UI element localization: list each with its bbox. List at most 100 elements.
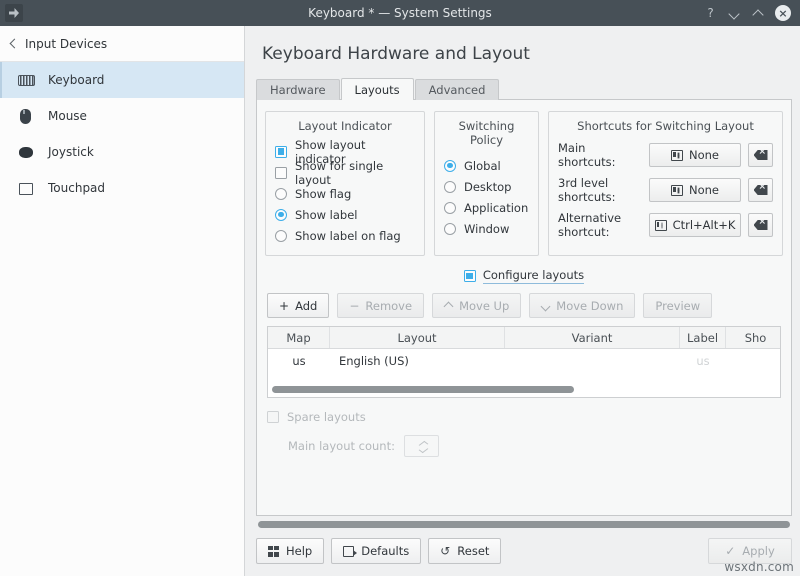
tab-advanced[interactable]: Advanced [414, 79, 500, 100]
defaults-button[interactable]: Defaults [331, 538, 422, 564]
app-icon [5, 4, 23, 22]
policy-desktop[interactable]: Desktop [444, 176, 529, 197]
third-level-shortcut-button[interactable]: None [649, 178, 741, 202]
footer-horizontal-scrollbar[interactable] [258, 521, 790, 528]
defaults-icon [343, 545, 357, 557]
back-arrow-icon[interactable] [8, 39, 18, 49]
sidebar-item-label: Keyboard [48, 73, 105, 87]
column-header-shortcut[interactable]: Sho [726, 327, 780, 348]
switching-policy-group: Switching Policy Global Desktop Applicat… [434, 111, 539, 256]
remove-button[interactable]: − Remove [337, 293, 425, 318]
column-header-label[interactable]: Label [680, 327, 726, 348]
add-button[interactable]: + Add [267, 293, 330, 318]
sidebar-item-joystick[interactable]: Joystick [0, 134, 244, 170]
radio-icon[interactable] [275, 229, 287, 242]
clear-alternative-shortcut-button[interactable] [748, 213, 773, 237]
configure-layouts-row[interactable]: Configure layouts [257, 268, 791, 284]
radio-icon[interactable] [444, 180, 456, 193]
clear-main-shortcut-button[interactable] [748, 143, 773, 167]
main-layout-count-label: Main layout count: [288, 439, 395, 453]
help-icon[interactable]: ? [703, 6, 718, 21]
clear-third-level-shortcut-button[interactable] [748, 178, 773, 202]
panel-vertical-scrollbar[interactable] [784, 101, 790, 514]
option-show-for-single-layout[interactable]: Show for single layout [275, 159, 415, 187]
group-title: Shortcuts for Switching Layout [577, 119, 754, 133]
help-button[interactable]: Help [256, 538, 325, 564]
main-layout-count-stepper[interactable] [403, 435, 439, 457]
breadcrumb[interactable]: Input Devices [0, 26, 244, 62]
sidebar-item-label: Joystick [48, 145, 94, 159]
checkbox-icon[interactable] [267, 411, 279, 423]
window-title: Keyboard * — System Settings [308, 6, 492, 20]
radio-icon[interactable] [444, 222, 456, 235]
option-label: Show for single layout [295, 158, 384, 187]
shortcut-value: Ctrl+Alt+K [672, 218, 736, 232]
column-header-variant[interactable]: Variant [505, 327, 680, 348]
column-header-map[interactable]: Map [268, 327, 330, 348]
main-shortcut-button[interactable]: None [649, 143, 741, 167]
close-button[interactable]: × [775, 5, 791, 21]
policy-window[interactable]: Window [444, 218, 529, 239]
option-label: Window [464, 221, 510, 236]
column-header-layout[interactable]: Layout [330, 327, 505, 348]
sidebar-item-label: Touchpad [48, 181, 106, 195]
radio-icon[interactable] [275, 208, 287, 221]
cell-map: us [292, 354, 306, 368]
move-down-button[interactable]: Move Down [529, 293, 636, 318]
shortcut-row-main: Main shortcuts: None [558, 141, 773, 169]
chevron-down-icon [728, 7, 741, 20]
option-show-label[interactable]: Show label [275, 204, 415, 225]
radio-icon[interactable] [275, 187, 287, 200]
table-horizontal-scrollbar[interactable] [272, 386, 776, 393]
mouse-icon [18, 108, 35, 125]
sidebar-item-keyboard[interactable]: Keyboard [0, 62, 244, 98]
button-label: Remove [365, 298, 413, 313]
help-icon [268, 545, 279, 557]
policy-global[interactable]: Global [444, 155, 529, 176]
joystick-icon [18, 144, 35, 161]
button-label: Preview [655, 298, 701, 313]
option-label: Global [464, 158, 501, 173]
footer: Help Defaults ↺ Reset ✓ Apply [245, 516, 800, 576]
shortcut-value: None [688, 148, 719, 162]
table-header: Map Layout Variant Label Sho [268, 327, 780, 349]
keyboard-shortcut-icon [670, 149, 683, 161]
tab-layouts[interactable]: Layouts [340, 78, 414, 100]
checkbox-icon[interactable] [275, 166, 287, 179]
radio-icon[interactable] [444, 201, 456, 214]
sidebar-item-mouse[interactable]: Mouse [0, 98, 244, 134]
move-up-button[interactable]: Move Up [432, 293, 522, 318]
maximize-button[interactable] [751, 6, 766, 21]
spare-layouts-label: Spare layouts [287, 410, 366, 424]
button-label: Help [286, 544, 313, 558]
policy-application[interactable]: Application [444, 197, 529, 218]
layout-indicator-group: Layout Indicator Show layout indicator S… [265, 111, 425, 256]
minimize-button[interactable] [727, 6, 742, 21]
table-row[interactable]: us English (US) us [268, 349, 780, 373]
sidebar-item-touchpad[interactable]: Touchpad [0, 170, 244, 206]
backspace-icon [753, 185, 768, 195]
checkbox-icon[interactable] [463, 270, 476, 282]
option-show-label-on-flag[interactable]: Show label on flag [275, 225, 415, 246]
spare-layouts-row[interactable]: Spare layouts [257, 398, 791, 424]
tab-hardware[interactable]: Hardware [256, 79, 340, 100]
button-label: Move Up [459, 298, 510, 313]
scrollbar-thumb[interactable] [272, 386, 575, 393]
group-title: Layout Indicator [298, 119, 392, 133]
sidebar-item-label: Mouse [48, 109, 87, 123]
reset-button[interactable]: ↺ Reset [428, 538, 502, 564]
checkbox-icon[interactable] [275, 145, 287, 158]
option-label: Application [464, 200, 529, 215]
titlebar-buttons: ? × [703, 5, 800, 21]
plus-icon: + [279, 298, 290, 313]
option-label: Desktop [464, 179, 512, 194]
scrollbar-thumb[interactable] [258, 521, 790, 528]
preview-button[interactable]: Preview [643, 293, 713, 318]
shortcut-row-alternative: Alternative shortcut: Ctrl+Alt+K [558, 211, 773, 239]
top-groups: Layout Indicator Show layout indicator S… [257, 100, 791, 256]
breadcrumb-label: Input Devices [25, 36, 108, 51]
button-label: Move Down [556, 298, 624, 313]
radio-icon[interactable] [444, 159, 456, 172]
alternative-shortcut-button[interactable]: Ctrl+Alt+K [649, 213, 741, 237]
system-settings-window: Keyboard * — System Settings ? × Input D… [0, 0, 800, 576]
